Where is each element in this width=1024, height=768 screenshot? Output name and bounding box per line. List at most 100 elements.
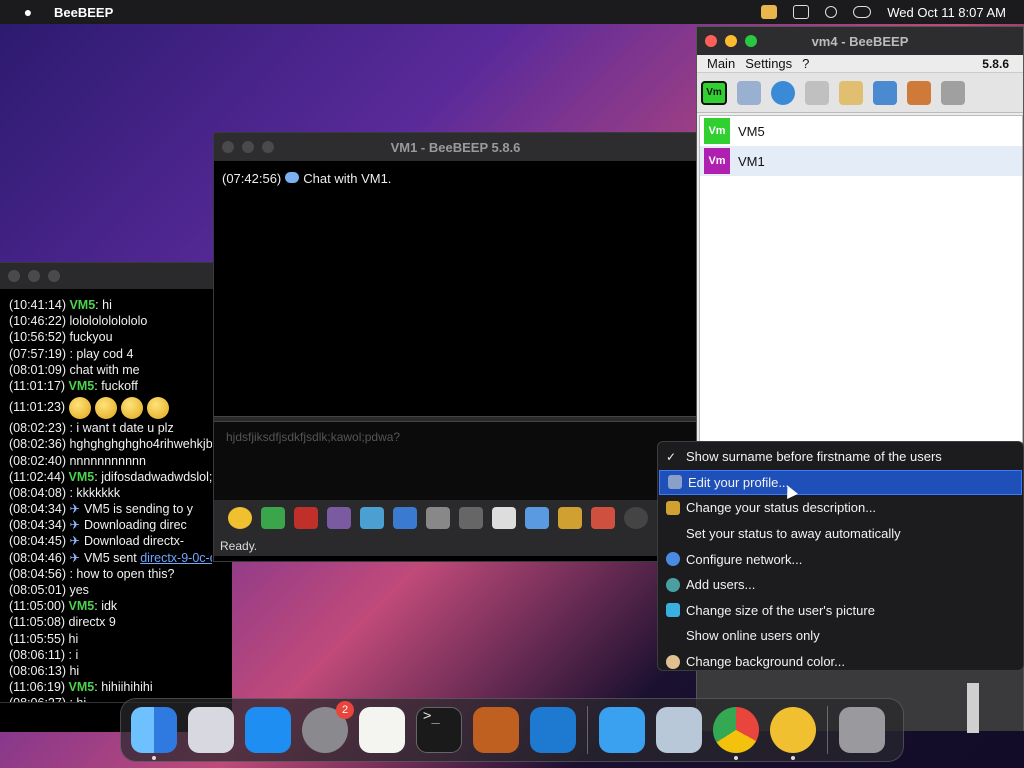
network-icon[interactable] xyxy=(771,80,795,105)
main-window-titlebar[interactable]: vm4 - BeeBEEP xyxy=(697,27,1023,55)
message-input[interactable]: hjdsfjiksdfjsdkfjsdlk;kawol;pdwa? xyxy=(214,422,697,500)
font-color-icon[interactable] xyxy=(327,507,351,529)
vscode-icon[interactable] xyxy=(530,707,576,753)
emoji-icon xyxy=(94,396,117,419)
menu-item-background-color[interactable]: Change background color... xyxy=(658,649,1023,675)
menu-item-picture-size[interactable]: Change size of the user's picture xyxy=(658,598,1023,624)
menu-settings[interactable]: Settings xyxy=(745,56,792,71)
status-button[interactable]: Vm xyxy=(701,80,727,105)
menu-item-configure-network[interactable]: Configure network... xyxy=(658,546,1023,572)
add-users-icon xyxy=(666,577,680,592)
screen-mirroring-icon[interactable] xyxy=(793,5,810,19)
status-bar: Ready. xyxy=(214,536,697,556)
app-store-icon[interactable] xyxy=(245,707,291,753)
menu-main[interactable]: Main xyxy=(707,56,735,71)
user-row-vm1[interactable]: Vm VM1 xyxy=(700,146,1022,176)
edit-profile-icon[interactable] xyxy=(737,80,761,105)
menu-help[interactable]: ? xyxy=(802,56,809,71)
screenshot-icon[interactable] xyxy=(624,507,648,529)
active-app-name[interactable]: BeeBEEP xyxy=(54,5,113,20)
chrome-icon[interactable] xyxy=(713,707,759,760)
send-file-icon[interactable] xyxy=(525,507,549,529)
chat-toolbar xyxy=(214,500,697,536)
log-timestamp: (11:05:00) xyxy=(9,599,66,614)
send-email-icon[interactable] xyxy=(261,507,285,529)
garageband-icon[interactable] xyxy=(473,707,519,753)
log-text: : i want t date u plz xyxy=(69,421,174,436)
chat-log-row: (11:05:08) directx 9 xyxy=(9,614,212,630)
log-timestamp: (10:41:14) xyxy=(9,298,66,312)
file-link[interactable]: directx-9-0c-directx_9c_redist.exe xyxy=(140,551,212,565)
user-row-vm5[interactable]: Vm VM5 xyxy=(700,116,1022,146)
log-timestamp: (11:05:08) xyxy=(9,615,66,630)
clear-icon[interactable] xyxy=(941,80,965,105)
share-folder-icon[interactable] xyxy=(558,507,582,529)
settings-gear-icon[interactable] xyxy=(393,507,417,529)
plugins-icon[interactable] xyxy=(873,80,897,105)
chat-log: (10:41:14) VM5: hi (10:46:22) lololololol… xyxy=(0,289,212,712)
menu-item-online-only[interactable]: Show online users only xyxy=(658,623,1023,649)
scrollbar[interactable] xyxy=(967,683,979,733)
menu-item-label: Change background color... xyxy=(686,654,845,670)
log-sender: VM5 xyxy=(68,599,95,614)
font-icon[interactable] xyxy=(294,507,318,529)
terminal-icon[interactable]: >_ xyxy=(416,707,462,753)
preview-icon[interactable] xyxy=(656,707,702,753)
menu-item-status-description[interactable]: Change your status description... xyxy=(658,495,1023,521)
textedit-icon[interactable] xyxy=(359,707,405,753)
share-files-icon[interactable] xyxy=(907,80,931,105)
trash-icon[interactable] xyxy=(839,707,885,753)
back-window-titlebar[interactable] xyxy=(0,263,232,289)
write-message-icon[interactable] xyxy=(839,80,863,105)
checkmark-icon: ✓ xyxy=(666,449,677,464)
log-text: : hihiihihihi xyxy=(94,680,153,695)
message-box-icon[interactable] xyxy=(805,80,829,105)
log-timestamp: (08:05:01) xyxy=(9,583,66,597)
launchpad-icon[interactable] xyxy=(188,707,234,753)
system-settings-icon[interactable]: 2 xyxy=(302,701,354,753)
log-sender: VM5 xyxy=(68,680,95,695)
spotlight-search-icon[interactable] xyxy=(825,6,838,18)
window-title: VM1 - BeeBEEP 5.8.6 xyxy=(390,139,521,155)
menu-item-label: Show online users only xyxy=(686,628,820,644)
log-text: : how to open this? xyxy=(69,566,175,581)
menu-item-edit-profile[interactable]: Edit your profile... xyxy=(659,469,1022,499)
chat-log-row: (08:04:46) ✈VM5 sent directx-9-0c-direct… xyxy=(9,550,212,566)
log-text: VM5 sent xyxy=(83,550,141,565)
menubar-clock[interactable]: Wed Oct 11 8:07 AM xyxy=(887,5,1006,20)
beebeep-icon[interactable] xyxy=(770,707,816,760)
close-button[interactable] xyxy=(8,270,20,282)
status-icon xyxy=(666,500,680,515)
menu-item-add-users[interactable]: Add users... xyxy=(658,572,1023,598)
log-timestamp: (08:02:23) xyxy=(9,421,66,436)
spellcheck-icon[interactable] xyxy=(426,507,450,529)
zoom-button[interactable] xyxy=(48,270,60,282)
log-sender: VM5 xyxy=(69,298,96,312)
apple-menu-icon[interactable]: ● xyxy=(18,4,38,20)
log-timestamp: (11:06:19) xyxy=(9,680,66,695)
filter-icon[interactable] xyxy=(360,507,384,529)
emoji-icon xyxy=(68,396,91,419)
chat-bubble-icon xyxy=(285,172,300,183)
log-timestamp: (08:04:08) xyxy=(9,485,66,500)
chat-log-row: (07:57:19) : play cod 4 xyxy=(9,346,212,362)
weather-icon[interactable] xyxy=(599,707,645,753)
finder-icon[interactable] xyxy=(131,707,177,760)
file-icon[interactable] xyxy=(492,507,516,529)
menu-item-away-auto[interactable]: Set your status to away automatically xyxy=(658,521,1023,547)
menu-item-label: Show surname before firstname of the use… xyxy=(686,449,942,465)
notes-icon[interactable] xyxy=(459,507,483,529)
vm1-window-titlebar[interactable]: VM1 - BeeBEEP 5.8.6 xyxy=(214,133,697,161)
dock-separator xyxy=(827,706,828,754)
menu-item-show-surname[interactable]: ✓ Show surname before firstname of the u… xyxy=(658,444,1023,470)
log-text: : hi xyxy=(95,298,112,312)
palette-icon xyxy=(666,654,680,669)
emoticon-icon[interactable] xyxy=(228,507,252,529)
control-center-icon[interactable] xyxy=(853,6,872,18)
minimize-button[interactable] xyxy=(28,270,40,282)
vm1-chat-window: VM1 - BeeBEEP 5.8.6 (07:42:56) Chat with … xyxy=(213,132,698,562)
folder-status-icon[interactable] xyxy=(761,5,778,19)
log-text: : idk xyxy=(94,599,118,614)
chat-log-row: (10:56:52) fuckyou xyxy=(9,329,212,345)
html-icon[interactable] xyxy=(591,507,615,529)
